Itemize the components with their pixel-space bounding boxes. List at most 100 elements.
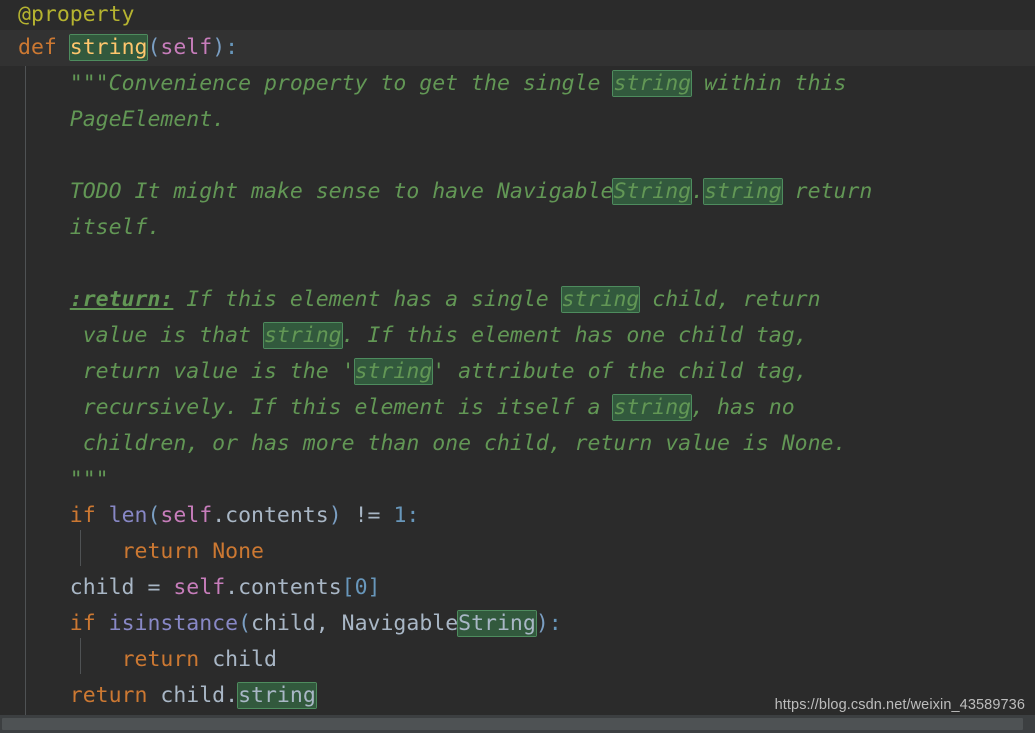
code-line-blank-2[interactable] [0,246,1035,282]
search-match: string [238,683,316,708]
doc-text-a: TODO It might make sense to have Navigab… [69,179,614,204]
doc-text-b: child, return [639,287,821,312]
search-match: string [613,71,692,96]
doc-text: itself. [69,215,161,240]
variable-child: child [212,647,277,672]
code-line-doc-close[interactable]: """ [0,462,1035,498]
code-line-return-child-string[interactable]: return child.string [0,678,1035,714]
horizontal-scrollbar-thumb[interactable] [2,718,1023,730]
doc-text-b: , has no [691,395,795,420]
doc-text-a: Convenience property to get the single [108,71,614,96]
colon: : [548,611,562,636]
search-match: string [561,287,640,312]
code-line-if-len[interactable]: if len(self.contents) != 1: [0,498,1035,534]
search-match: String [613,179,692,204]
paren-close: ) [212,35,226,60]
code-line-blank-1[interactable] [0,138,1035,174]
number-zero: 0 [354,575,368,600]
attribute-contents: .contents [225,575,342,600]
colon: : [406,503,420,528]
doc-text-b: ' attribute of the child tag, [432,359,808,384]
function-name-string: string [69,35,148,60]
number-one: 1 [393,503,407,528]
paren-close: ) [328,503,342,528]
doc-text-a: value is that [69,323,264,348]
code-line-child-assign[interactable]: child = self.contents[0] [0,570,1035,606]
self-keyword: self [160,35,213,60]
keyword-return: return [121,539,200,564]
code-line-if-isinstance[interactable]: if isinstance(child, NavigableString): [0,606,1035,642]
doc-text: children, or has more than one child, re… [69,431,847,456]
code-line-return-none[interactable]: return None [0,534,1035,570]
code-line-decorator[interactable]: @property [0,0,1035,30]
operator-assign: = [134,575,174,600]
doc-open-quotes: """ [69,71,109,96]
doc-text-a: return value is the ' [69,359,355,384]
variable-child: child [251,611,316,636]
code-line-doc-1[interactable]: """Convenience property to get the singl… [0,66,1035,102]
code-line-doc-9[interactable]: children, or has more than one child, re… [0,426,1035,462]
code-line-doc-5[interactable]: :return: If this element has a single st… [0,282,1035,318]
self-keyword: self [160,503,213,528]
horizontal-scrollbar-track[interactable] [0,715,1035,733]
search-match: string [704,179,782,204]
search-match: string [263,323,342,348]
doc-dot: . [691,179,705,204]
paren-open: ( [238,611,252,636]
code-line-doc-6[interactable]: value is that string. If this element ha… [0,318,1035,354]
keyword-if: if [69,611,96,636]
code-line-doc-7[interactable]: return value is the 'string' attribute o… [0,354,1035,390]
doc-text-b: within this [691,71,847,96]
code-line-def[interactable]: def string(self): [0,30,1035,66]
code-line-doc-2[interactable]: PageElement. [0,102,1035,138]
self-keyword: self [173,575,226,600]
decorator-token: @property [18,2,135,27]
search-match: string [354,359,433,384]
doc-text: PageElement. [69,107,226,132]
bracket-close: ] [367,575,381,600]
builtin-len: len [108,503,148,528]
attribute-contents: .contents [212,503,329,528]
dot: . [225,683,239,708]
paren-open: ( [147,35,161,60]
bracket-open: [ [341,575,355,600]
code-editor[interactable]: @property def string(self): """Convenien… [0,0,1035,733]
code-line-return-child[interactable]: return child [0,642,1035,678]
operator-not-equal: != [341,503,394,528]
doc-text-b: . If this element has one child tag, [341,323,808,348]
class-navigable-prefix: Navigable [341,611,459,636]
colon: : [225,35,239,60]
doc-text-a: recursively. If this element is itself a [69,395,614,420]
code-line-doc-3[interactable]: TODO It might make sense to have Navigab… [0,174,1035,210]
code-line-doc-8[interactable]: recursively. If this element is itself a… [0,390,1035,426]
builtin-isinstance: isinstance [108,611,239,636]
code-line-doc-4[interactable]: itself. [0,210,1035,246]
doc-text-a: If this element has a single [173,287,562,312]
code-surface[interactable]: @property def string(self): """Convenien… [0,0,1035,715]
comma: , [315,611,342,636]
doc-tag-return: :return: [69,287,174,312]
search-match: string [613,395,692,420]
variable-child: child [160,683,226,708]
keyword-return: return [121,647,200,672]
